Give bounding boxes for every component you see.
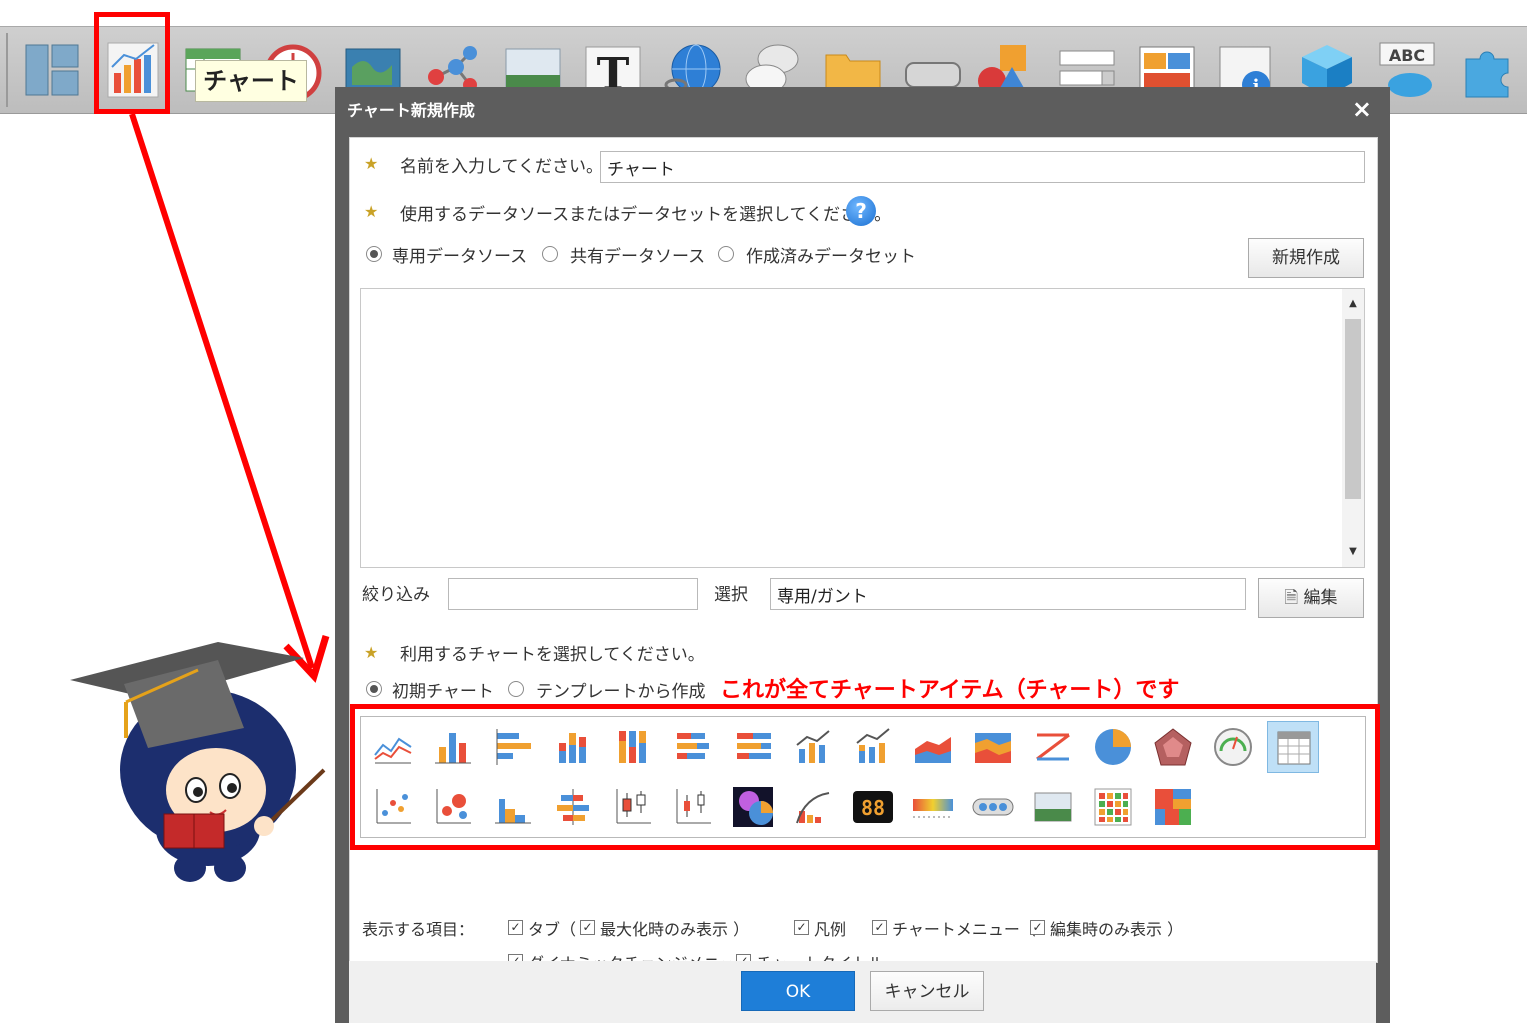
checkbox-chart-menu[interactable]: ✓	[872, 920, 887, 935]
filter-input[interactable]	[448, 578, 698, 610]
dialog-footer: OK キャンセル	[349, 961, 1376, 1023]
scatter-icon[interactable]	[367, 781, 419, 833]
dialog-body: ★ 名前を入力してください。 ★ 使用するデータソースまたはデータセットを選択し…	[349, 137, 1380, 973]
filter-label: 絞り込み	[362, 585, 430, 605]
radio-shared-datasource[interactable]	[542, 246, 558, 262]
radio-label: 専用データソース	[392, 247, 528, 267]
checkbox-label: 最大化時のみ表示 ）	[600, 920, 750, 939]
checkbox-label: 編集時のみ表示 ）	[1050, 920, 1184, 939]
ok-button[interactable]: OK	[741, 971, 855, 1011]
heatmap-icon[interactable]	[1087, 781, 1139, 833]
display-items-label: 表示する項目：	[362, 920, 475, 939]
help-icon[interactable]: ?	[846, 196, 876, 226]
bar-chart-icon[interactable]	[427, 721, 479, 773]
radio-label: 共有データソース	[570, 247, 706, 267]
butterfly-icon[interactable]	[547, 781, 599, 833]
stacked-line-combo-icon[interactable]	[847, 721, 899, 773]
checkbox-label: チャートメニュー（	[892, 920, 1036, 939]
radio-from-template[interactable]	[508, 681, 524, 697]
radio-label: 初期チャート	[392, 682, 494, 702]
name-input[interactable]	[600, 151, 1365, 183]
scroll-down-icon[interactable]: ▼	[1342, 541, 1364, 563]
treemap-icon[interactable]	[1147, 781, 1199, 833]
radio-initial-chart[interactable]	[366, 681, 382, 697]
bar-line-combo-icon[interactable]	[787, 721, 839, 773]
table-chart-icon[interactable]	[1267, 721, 1319, 773]
checkbox-maximized-only[interactable]: ✓	[580, 920, 595, 935]
select-input[interactable]	[770, 578, 1246, 610]
stacked-bar-100-icon[interactable]	[607, 721, 659, 773]
step-icon[interactable]	[487, 781, 539, 833]
required-star-icon: ★	[364, 643, 379, 662]
checkbox-tab[interactable]: ✓	[508, 920, 523, 935]
new-datasource-button[interactable]: 新規作成	[1248, 238, 1364, 278]
name-label: 名前を入力してください。	[400, 157, 603, 177]
edit-button-label: 編集	[1303, 588, 1338, 608]
annotation-text: これが全てチャートアイテム（チャート）です	[720, 678, 1180, 703]
radar-chart-icon[interactable]	[1147, 721, 1199, 773]
dialog-title: チャート新規作成	[347, 101, 475, 120]
new-chart-dialog: チャート新規作成 × ★ 名前を入力してください。 ★ 使用するデータソースまた…	[335, 87, 1390, 1023]
scroll-up-icon[interactable]: ▲	[1342, 293, 1364, 315]
pie-chart-icon[interactable]	[1087, 721, 1139, 773]
chart-type-palette: 88	[360, 716, 1366, 838]
planet-icon[interactable]	[727, 781, 779, 833]
datasource-label: 使用するデータソースまたはデータセットを選択してください。	[400, 205, 892, 225]
line-chart-icon[interactable]	[367, 721, 419, 773]
signal-icon[interactable]	[967, 781, 1019, 833]
list-scrollbar[interactable]: ▲ ▼	[1342, 289, 1364, 567]
bubble-icon[interactable]	[427, 781, 479, 833]
required-star-icon: ★	[364, 154, 379, 173]
stacked-hbar-icon[interactable]	[667, 721, 719, 773]
pareto-icon[interactable]	[787, 781, 839, 833]
required-star-icon: ★	[364, 202, 379, 221]
cancel-button[interactable]: キャンセル	[870, 971, 984, 1011]
area-chart-icon[interactable]	[907, 721, 959, 773]
radio-label: 作成済みデータセット	[746, 247, 916, 267]
close-button[interactable]: ×	[1352, 95, 1372, 123]
scroll-thumb[interactable]	[1345, 319, 1361, 499]
horizontal-bar-icon[interactable]	[487, 721, 539, 773]
meter-icon[interactable]	[1207, 721, 1259, 773]
edit-icon: 🗎	[1284, 588, 1299, 608]
radio-dedicated-datasource[interactable]	[366, 246, 382, 262]
datasource-list[interactable]: ▲ ▼	[360, 288, 1365, 568]
chart-icon-highlight	[94, 12, 170, 114]
select-label: 選択	[714, 585, 748, 605]
edit-button[interactable]: 🗎 編集	[1258, 578, 1364, 618]
stacked-hbar-100-icon[interactable]	[727, 721, 779, 773]
checkbox-label: 凡例	[814, 920, 847, 939]
layout-icon[interactable]	[22, 37, 84, 103]
plugin-icon[interactable]	[1456, 37, 1518, 103]
mascot-graduate	[70, 642, 326, 882]
box-plot-icon[interactable]	[607, 781, 659, 833]
chart-select-label: 利用するチャートを選択してください。	[400, 645, 705, 665]
candlestick-icon[interactable]	[667, 781, 719, 833]
z-chart-icon[interactable]	[1027, 721, 1079, 773]
toolbar-separator	[6, 33, 8, 107]
radio-label: テンプレートから作成	[536, 682, 706, 702]
stacked-bar-icon[interactable]	[547, 721, 599, 773]
radio-existing-dataset[interactable]	[718, 246, 734, 262]
svg-text:88: 88	[861, 796, 885, 820]
checkbox-legend[interactable]: ✓	[794, 920, 809, 935]
svg-text:ABC: ABC	[1389, 46, 1425, 65]
digital-number-icon[interactable]: 88	[847, 781, 899, 833]
checkbox-label: タブ（	[528, 920, 577, 939]
image-chart-icon[interactable]	[1027, 781, 1079, 833]
chart-tooltip: チャート	[195, 60, 307, 102]
checkbox-edit-only[interactable]: ✓	[1030, 920, 1045, 935]
stacked-area-icon[interactable]	[967, 721, 1019, 773]
heat-bar-icon[interactable]	[907, 781, 959, 833]
